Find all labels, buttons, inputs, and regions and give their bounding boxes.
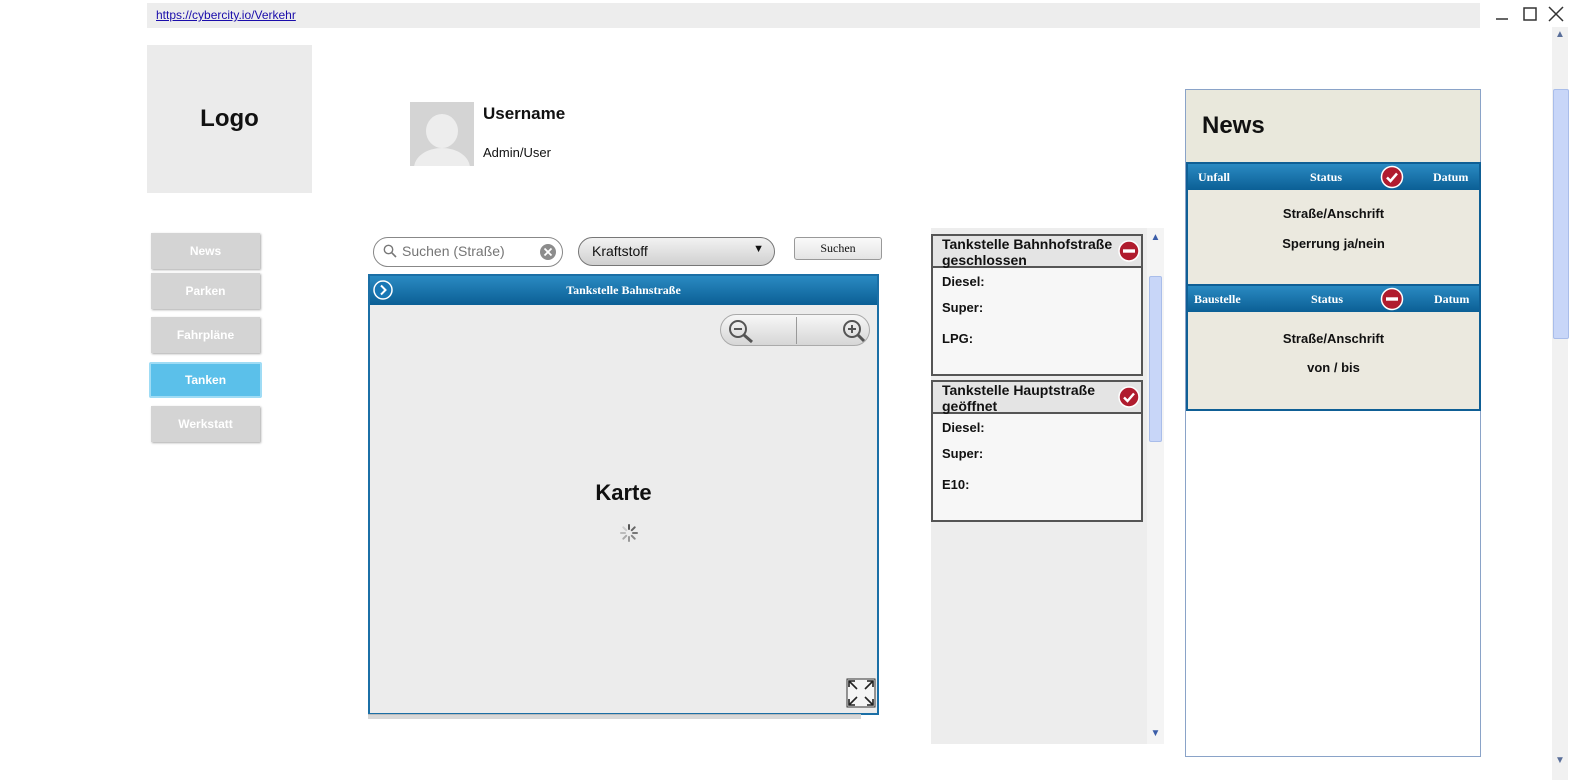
scroll-down-icon[interactable]: ▼ xyxy=(1149,727,1162,740)
search-icon xyxy=(383,244,397,258)
loading-spinner-icon xyxy=(620,524,638,542)
blocked-icon xyxy=(1380,287,1404,311)
station-card[interactable]: Tankstelle Hauptstraße geöffnet Diesel: … xyxy=(931,380,1143,522)
fuel-label: Diesel: xyxy=(942,274,985,289)
zoom-out-icon[interactable] xyxy=(726,318,756,344)
news-line: Straße/Anschrift xyxy=(1282,206,1385,221)
fuel-label: Super: xyxy=(942,446,984,461)
url-link[interactable]: https://cybercity.io/Verkehr xyxy=(156,8,296,22)
news-card-header: Baustelle Status Datum xyxy=(1188,286,1479,312)
nav-tanken-button[interactable]: Tanken xyxy=(149,362,262,398)
news-card[interactable]: Unfall Status Datum Straße/Anschrift Spe… xyxy=(1186,162,1481,286)
news-card[interactable]: Baustelle Status Datum Straße/Anschrift … xyxy=(1186,284,1481,411)
logo: Logo xyxy=(147,45,312,193)
date-label: Datum xyxy=(1433,170,1469,184)
minimize-icon[interactable] xyxy=(1491,3,1513,25)
date-label: Datum xyxy=(1434,292,1470,306)
station-header: Tankstelle Hauptstraße geöffnet xyxy=(933,382,1141,414)
maximize-icon[interactable] xyxy=(1519,3,1541,25)
open-status-icon xyxy=(1118,386,1140,408)
station-card[interactable]: Tankstelle Bahnhofstraße geschlossen Die… xyxy=(931,234,1143,376)
avatar xyxy=(410,102,474,166)
station-header: Tankstelle Bahnhofstraße geschlossen xyxy=(933,236,1141,268)
scrollbar-thumb[interactable] xyxy=(1553,89,1569,339)
nav-parken-button[interactable]: Parken xyxy=(151,273,260,309)
fullscreen-icon[interactable] xyxy=(846,678,876,708)
checkmark-icon xyxy=(1380,165,1404,189)
news-type: Baustelle xyxy=(1194,292,1241,306)
zoom-control xyxy=(720,314,870,346)
fuel-label: Diesel: xyxy=(942,420,985,435)
news-line: Sperrung ja/nein xyxy=(1282,236,1385,251)
status-label: Status xyxy=(1311,292,1344,306)
station-list-scrollbar[interactable]: ▲ ▼ xyxy=(1147,228,1164,744)
address-bar: https://cybercity.io/Verkehr xyxy=(147,3,1480,28)
street-search xyxy=(373,237,563,267)
search-input[interactable] xyxy=(402,243,532,259)
scroll-down-icon[interactable]: ▼ xyxy=(1554,755,1566,767)
map-footer xyxy=(368,714,861,719)
news-type: Unfall xyxy=(1198,170,1231,184)
search-button[interactable]: Suchen xyxy=(794,237,882,260)
chevron-down-icon: ▼ xyxy=(753,243,764,255)
news-title: News xyxy=(1202,112,1265,139)
username: Username xyxy=(483,104,566,123)
scroll-up-icon[interactable]: ▲ xyxy=(1149,231,1162,244)
news-line: Straße/Anschrift xyxy=(1282,331,1385,346)
fuel-dropdown[interactable]: Kraftstoff ▼ xyxy=(578,237,775,266)
fuel-label: E10: xyxy=(942,477,970,492)
user-role: Admin/User xyxy=(483,145,551,160)
news-header: News xyxy=(1186,90,1480,163)
map-panel: Tankstelle Bahnstraße Karte xyxy=(368,274,879,715)
logo-text: Logo xyxy=(200,105,259,132)
news-card-header: Unfall Status Datum xyxy=(1188,164,1479,190)
scrollbar-thumb[interactable] xyxy=(1149,276,1162,442)
close-icon[interactable] xyxy=(1545,3,1567,25)
status-label: Status xyxy=(1310,170,1343,184)
fuel-label: Super: xyxy=(942,300,984,315)
fuel-dropdown-value: Kraftstoff xyxy=(592,243,648,259)
closed-status-icon xyxy=(1118,240,1140,262)
fuel-label: LPG: xyxy=(942,331,974,346)
nav-news-button[interactable]: News xyxy=(151,233,260,269)
map-placeholder-label: Karte xyxy=(595,480,652,505)
clear-search-icon[interactable] xyxy=(539,243,557,261)
page-scrollbar[interactable]: ▲ ▼ xyxy=(1552,27,1569,780)
nav-fahrplaene-button[interactable]: Fahrpläne xyxy=(151,317,260,353)
news-line: von / bis xyxy=(1307,360,1360,375)
map-title: Tankstelle Bahnstraße xyxy=(566,283,681,297)
scroll-up-icon[interactable]: ▲ xyxy=(1554,29,1566,41)
station-title: Tankstelle Hauptstraße geöffnet xyxy=(942,382,1096,414)
nav-werkstatt-button[interactable]: Werkstatt xyxy=(151,406,260,442)
zoom-in-icon[interactable] xyxy=(836,318,866,344)
station-title: Tankstelle Bahnhofstraße geschlossen xyxy=(942,236,1113,268)
